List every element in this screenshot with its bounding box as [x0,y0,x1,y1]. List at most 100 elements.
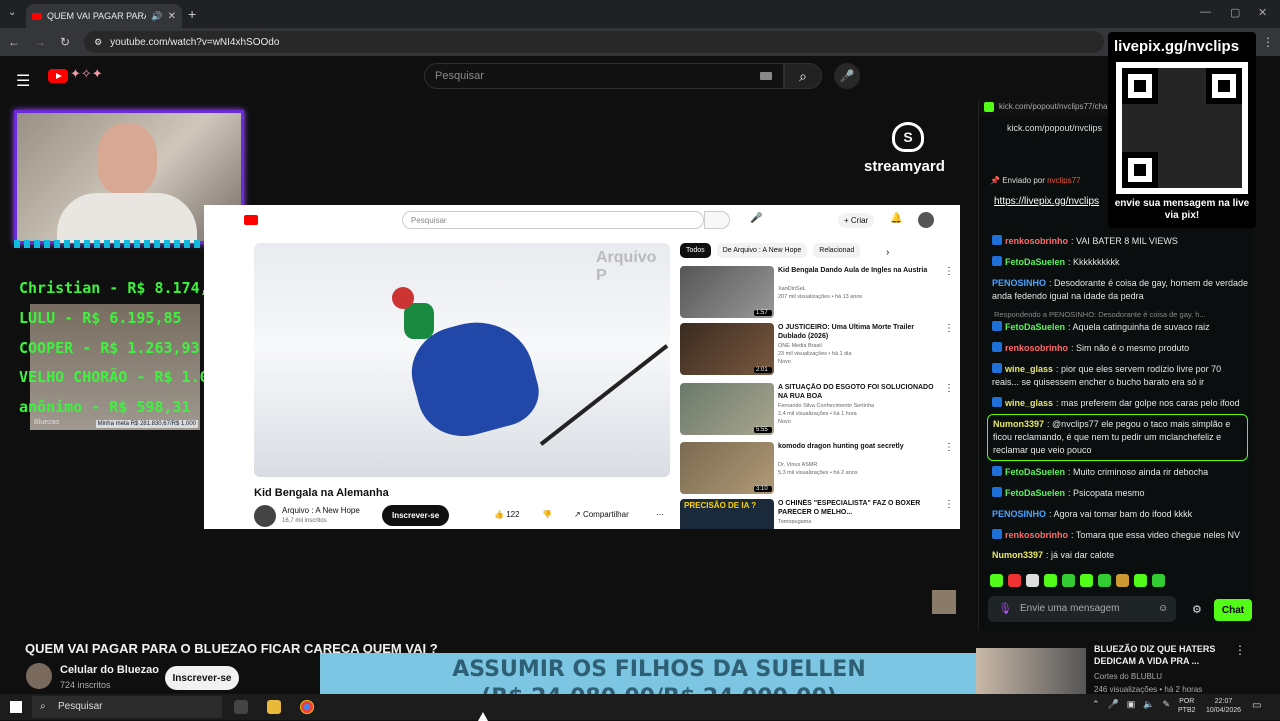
channel-avatar[interactable] [26,663,52,689]
browser-tab[interactable]: QUEM VAI PAGAR PARA O B 🔊 ✕ [26,4,182,28]
emote-icon[interactable] [1026,574,1039,587]
mic-icon[interactable]: 🎙 [998,602,1012,615]
new-tab-icon[interactable]: + [188,6,196,22]
rec-more-icon: ⋮ [944,499,954,510]
chrome-icon[interactable] [300,700,314,714]
chat-settings-icon[interactable]: ⚙ [1192,603,1202,616]
chat-username[interactable]: renkosobrinho [1005,530,1068,540]
emote-icon[interactable] [1116,574,1129,587]
inner-more-icon: ⋯ [656,510,664,519]
keyboard-icon[interactable] [760,72,772,80]
chat-username[interactable]: PENOSINHO [992,278,1046,288]
windows-start-icon[interactable] [10,701,22,713]
address-bar-row: ← → ↻ ⚙ youtube.com/watch?v=wNI4xhSOOdo [0,28,1280,56]
pinned-link[interactable]: https://livepix.gg/nvclips [994,196,1099,207]
notification-icon[interactable]: ▭ [1252,700,1261,711]
chat-username[interactable]: renkosobrinho [1005,236,1068,246]
inner-create-label: Criar [850,216,869,225]
back-icon[interactable]: ← [8,35,20,49]
badge-icon [992,487,1002,497]
chat-text: Sim não é o mesmo produto [1076,343,1190,353]
close-window-icon[interactable]: ✕ [1258,6,1267,19]
pinned-message-header: 📌 Enviado por nvclips77 [990,176,1081,185]
rec-channel: Fernando Silva Conhecimento Sertinha [778,403,875,409]
rec-channel: Dr. Vinus ASMR [778,462,818,468]
rec-thumb-text: PRECISÃO DE IA ? [684,501,757,510]
donor-entry: LULU - R$ 6.195,85 [19,309,182,327]
chip: Todos [680,243,711,258]
language-indicator[interactable]: POR PTB2 [1178,697,1196,715]
audio-icon[interactable]: 🔊 [151,11,162,22]
omnibox[interactable]: ⚙ youtube.com/watch?v=wNI4xhSOOdo [84,31,1105,53]
chat-message: PENOSINHO: Agora vai tomar bam do ifood … [992,509,1193,519]
chat-message: renkosobrinho: VAI BATER 8 MIL VIEWS [992,235,1250,248]
chat-popout-url-2: kick.com/popout/nvclips [1007,123,1103,133]
hamburger-menu-icon[interactable]: ☰ [16,71,30,91]
chat-username[interactable]: FetoDaSuelen [1005,488,1065,498]
taskbar-search[interactable]: Pesquisar [32,696,222,718]
site-info-icon[interactable]: ⚙ [94,37,102,48]
chat-username[interactable]: Numon3397 [993,419,1044,429]
tray-pen-icon[interactable]: ✎ [1163,699,1171,710]
chat-username[interactable]: FetoDaSuelen [1005,322,1065,332]
taskbar-clock[interactable]: 22:07 10/04/2026 [1206,697,1241,715]
maximize-icon[interactable]: ▢ [1230,6,1240,19]
emote-icon[interactable] [1152,574,1165,587]
chat-username[interactable]: Numon3397 [992,550,1043,560]
side-rec-title[interactable]: BLUEZÃO DIZ QUE HATERS DEDICAM A VIDA PR… [1094,643,1234,667]
tray-volume-icon[interactable]: 🔈 [1143,699,1154,710]
tab-search-icon[interactable]: ⌄ [8,7,16,18]
subscribe-button[interactable]: Inscrever-se [165,666,239,690]
rec-views: 2,4 mil visualizações • há 1 hora [778,411,857,417]
emote-icon[interactable] [1080,574,1093,587]
channel-name[interactable]: Celular do Bluezao [60,664,159,676]
rec-channel: ONE Media Brasil [778,343,822,349]
emote-icon[interactable] [1098,574,1111,587]
reload-icon[interactable]: ↻ [60,35,70,49]
chat-message: Numon3397: @nvclips77 ele pegou o taco m… [993,419,1231,455]
chat-username[interactable]: renkosobrinho [1005,343,1068,353]
qr-code-icon [1116,62,1248,194]
emote-icon[interactable] [1134,574,1147,587]
inner-channel-subs: 16,7 mil inscritos [282,518,327,524]
taskbar-search-icon: ⌕ [40,701,46,712]
chat-text: Kkkkkkkkkk [1073,257,1120,267]
file-explorer-icon[interactable] [267,700,281,714]
forward-icon[interactable]: → [34,35,46,49]
chat-username[interactable]: FetoDaSuelen [1005,257,1065,267]
task-view-icon[interactable] [234,700,248,714]
tray-chevron-icon[interactable]: ⌃ [1092,699,1100,710]
goal-line-1: ASSUMIR OS FILHOS DA SUELLEN [452,657,866,682]
rec-duration: 5:55 [754,427,772,433]
chat-send-button[interactable]: Chat [1214,599,1252,621]
chat-input[interactable]: Envie uma mensagem [988,596,1176,622]
system-tray: ⌃ 🎤 ▣ 🔈 ✎ [1092,699,1170,710]
side-rec-more-icon[interactable]: ⋮ [1234,643,1246,657]
minimize-icon[interactable]: — [1200,6,1211,18]
search-button[interactable]: ⌕ [784,63,822,89]
emote-icon[interactable] [1044,574,1057,587]
side-rec-thumb[interactable] [976,648,1086,694]
search-input[interactable]: Pesquisar [424,63,784,89]
tray-network-icon[interactable]: ▣ [1127,699,1136,710]
chat-username[interactable]: wine_glass [1005,364,1053,374]
emote-icon[interactable] [1062,574,1075,587]
inner-like-button: 👍 122 [494,510,520,519]
ski-pole [539,344,669,446]
search-icon: ⌕ [799,67,807,84]
emote-icon[interactable] [1008,574,1021,587]
chat-message: renkosobrinho: Tomara que essa video che… [992,529,1250,542]
chat-message: FetoDaSuelen: Kkkkkkkkkk [992,256,1250,269]
inner-dislike-icon: 👎 [542,510,552,519]
chat-username[interactable]: FetoDaSuelen [1005,467,1065,477]
emote-icon[interactable] [990,574,1003,587]
browser-menu-icon[interactable]: ⋮ [1262,35,1274,49]
chat-username[interactable]: PENOSINHO [992,509,1046,519]
chat-username[interactable]: wine_glass [1005,398,1053,408]
youtube-logo-icon[interactable] [48,69,68,83]
inner-channel-name: Arquivo : A New Hope [282,506,360,515]
tab-close-icon[interactable]: ✕ [168,11,176,22]
tray-mic-icon[interactable]: 🎤 [1108,699,1119,710]
emoji-icon[interactable]: ☺ [1158,603,1168,614]
voice-search-button[interactable]: 🎤 [834,63,860,89]
